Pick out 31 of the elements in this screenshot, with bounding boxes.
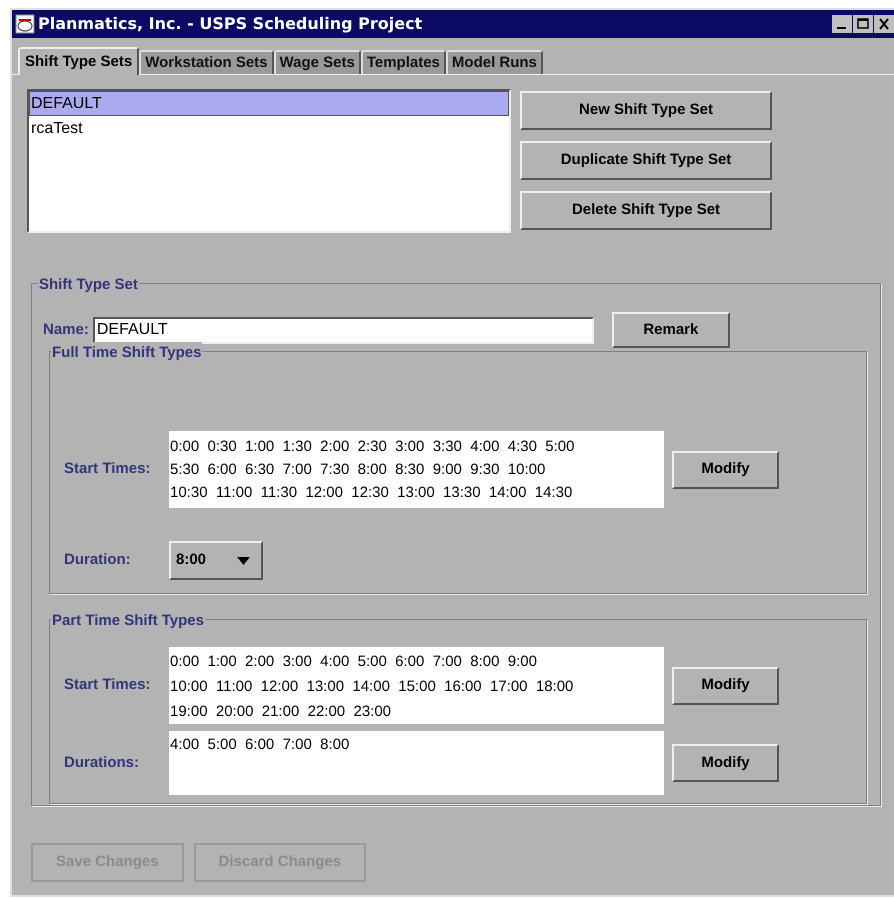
name-field[interactable]: DEFAULT — [92, 316, 594, 344]
start-times-label: Start Times: — [64, 675, 152, 696]
start-times-box: 0:00 0:30 1:00 1:30 2:00 2:30 3:00 3:30 4:00 4:30 5:00 5:30 6:00 6:30 7:00 7:30 8:00 8:30 9:00 9:30 10:00 10:30 11:00 11:30 12:00 12:30 13:00 13:30 14:00 14:30 — [169, 431, 664, 508]
dropdown-arrow-icon — [237, 556, 250, 564]
tab[interactable]: Shift Type Sets — [18, 47, 140, 75]
tab[interactable]: Templates — [360, 50, 446, 74]
tab[interactable]: Model Runs — [446, 50, 543, 74]
remark-button[interactable]: Remark — [612, 312, 730, 348]
app-icon — [15, 14, 35, 34]
durations-label: Durations: — [64, 752, 140, 773]
list-item[interactable]: rcaTest — [29, 116, 509, 141]
modify-button[interactable]: Modify — [672, 666, 779, 704]
close-icon[interactable] — [874, 15, 894, 33]
set-button[interactable]: Delete Shift Type Set — [520, 191, 772, 230]
minimize-icon[interactable] — [832, 15, 852, 33]
start-times-label: Start Times: — [64, 459, 152, 480]
duration-label: Duration: — [64, 550, 132, 570]
shift-type-set-list[interactable]: DEFAULT rcaTest — [27, 89, 511, 233]
window-title: Planmatics, Inc. - USPS Scheduling Project — [38, 13, 422, 35]
list-item[interactable]: DEFAULT — [29, 91, 509, 116]
durations-box: 4:00 5:00 6:00 7:00 8:00 — [169, 731, 664, 795]
duration-dropdown[interactable]: 8:00 — [169, 541, 263, 580]
name-label: Name: — [43, 320, 89, 340]
start-times-box: 0:00 1:00 2:00 3:00 4:00 5:00 6:00 7:00 8:00 9:00 10:00 11:00 12:00 13:00 14:00 15:00 16:00 17:00 18:00 19:00 20:00 21:00 22:00 23:00 — [169, 647, 664, 724]
set-button[interactable]: New Shift Type Set — [520, 91, 772, 130]
tab[interactable]: Workstation Sets — [139, 50, 274, 74]
modify-button[interactable]: Modify — [672, 744, 779, 782]
set-button[interactable]: Duplicate Shift Type Set — [520, 141, 772, 180]
tab[interactable]: Wage Sets — [274, 50, 361, 74]
maximize-icon[interactable] — [853, 15, 873, 33]
modify-button[interactable]: Modify — [672, 450, 779, 488]
